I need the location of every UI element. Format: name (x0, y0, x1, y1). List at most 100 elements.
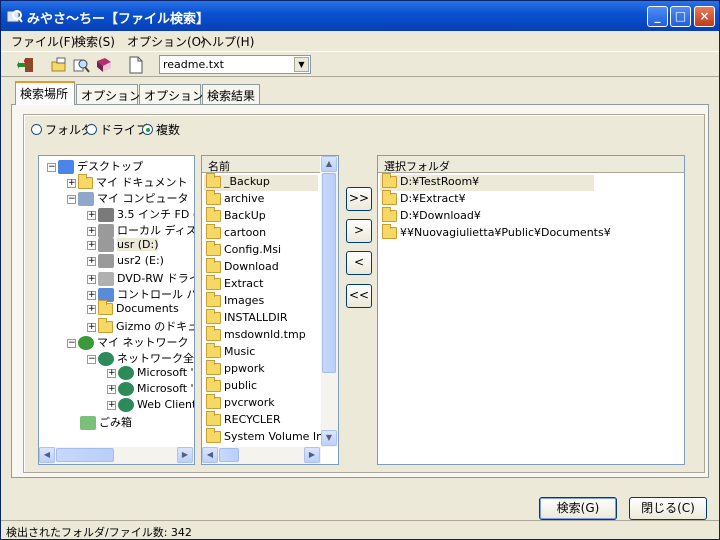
folder-list-item[interactable]: Extract (204, 275, 318, 293)
collapse-icon[interactable]: − (67, 194, 76, 204)
scroll-up-icon[interactable]: ▲ (321, 156, 337, 172)
folder-list-item[interactable]: RECYCLER (204, 411, 318, 429)
list-vscrollbar[interactable]: ▲ ▼ (321, 156, 338, 447)
list-vscroll-thumb[interactable] (322, 173, 336, 373)
new-document-icon[interactable] (127, 56, 145, 74)
expand-icon[interactable]: + (87, 240, 96, 250)
scroll-left-icon[interactable]: ◀ (39, 447, 55, 463)
folder-open-icon[interactable] (50, 56, 68, 74)
add-button[interactable]: > (346, 219, 372, 243)
radio-multiple-circle[interactable] (142, 124, 153, 135)
exit-icon[interactable] (17, 56, 35, 74)
tab-search-results[interactable]: 検索結果 (202, 84, 260, 104)
tree-hscrollbar[interactable]: ◀ ▶ (39, 447, 194, 464)
remove-all-button[interactable]: << (346, 284, 372, 308)
menu-options[interactable]: オプション(O) (127, 33, 206, 50)
expand-icon[interactable]: + (107, 400, 116, 410)
tree-node[interactable]: + Web Client (107, 398, 194, 414)
tree-node[interactable]: +3.5 インチ FD ( (87, 206, 194, 222)
folder-list-item[interactable]: msdownld.tmp (204, 326, 318, 344)
folder-list-item[interactable]: public (204, 377, 318, 395)
tab-search-location[interactable]: 検索場所 (15, 81, 75, 105)
close-button[interactable]: 閉じる(C) (629, 497, 707, 520)
expand-icon[interactable]: + (87, 256, 96, 266)
collapse-icon[interactable]: − (87, 354, 96, 364)
scroll-left-icon[interactable]: ◀ (202, 447, 218, 463)
tree-node[interactable]: + Gizmo のドキュ (87, 318, 194, 334)
radio-folder[interactable]: フォルダ (31, 121, 93, 138)
selected-folders-list[interactable]: 選択フォルダ D:¥TestRoom¥ D:¥Extract¥ D:¥Downloa… (377, 155, 685, 465)
search-icon[interactable] (72, 56, 90, 74)
tree-node[interactable]: − デスクトップ (47, 158, 143, 174)
maximize-button[interactable]: □ (670, 6, 691, 27)
filename-combo[interactable]: readme.txt ▼ (159, 55, 311, 74)
selected-folder-item[interactable]: D:¥TestRoom¥ (380, 173, 594, 191)
tree-node[interactable]: ごみ箱 (67, 414, 132, 430)
folder-list-item[interactable]: cartoon (204, 224, 318, 242)
folder-list-item[interactable]: _Backup (204, 173, 318, 191)
menu-search[interactable]: 検索(S) (74, 33, 115, 50)
title-bar[interactable]: みやさ〜ちー【ファイル検索】 _ □ × (1, 1, 719, 31)
add-all-button[interactable]: >> (346, 187, 372, 211)
collapse-icon[interactable]: − (67, 338, 76, 348)
expand-icon[interactable]: + (87, 274, 96, 284)
radio-multiple[interactable]: 複数 (142, 121, 180, 138)
tree-node[interactable]: − マイ コンピュータ (67, 190, 189, 206)
folder-list-item[interactable]: Music (204, 343, 318, 361)
expand-icon[interactable]: + (87, 322, 96, 332)
tree-node[interactable]: + Microsoft ' (107, 382, 194, 398)
folder-list-item[interactable]: BackUp (204, 207, 318, 225)
scroll-down-icon[interactable]: ▼ (321, 430, 337, 446)
expand-icon[interactable]: + (107, 368, 116, 378)
tree-node[interactable]: + Microsoft ' (107, 366, 194, 382)
tree-node[interactable]: + ローカル ディスク (87, 222, 194, 238)
tree-node[interactable]: + Documents (87, 300, 179, 318)
folder-tree[interactable]: − デスクトップ + マイ ドキュメント − マイ コンピュータ +3.5 インチ FD (… (38, 155, 195, 465)
remove-button[interactable]: < (346, 251, 372, 275)
folder-list-item[interactable]: ppwork (204, 360, 318, 378)
selected-folder-item[interactable]: D:¥Extract¥ (380, 190, 594, 208)
expand-icon[interactable]: + (107, 384, 116, 394)
selected-folders-header[interactable]: 選択フォルダ (378, 156, 594, 173)
tree-node[interactable]: + usr (D:) (87, 238, 159, 254)
folder-list-item[interactable]: Config.Msi (204, 241, 318, 259)
selected-folder-item[interactable]: ¥¥Nuovagiulietta¥Public¥Documents¥ (380, 224, 680, 242)
folder-list-item[interactable]: Images (204, 292, 318, 310)
folder-list-item[interactable]: INSTALLDIR (204, 309, 318, 327)
menu-file[interactable]: ファイル(F) (11, 33, 75, 50)
tree-node[interactable]: + マイ ドキュメント (67, 174, 188, 190)
folder-list-item[interactable]: Download (204, 258, 318, 276)
expand-icon[interactable]: + (87, 304, 96, 314)
tab-option2[interactable]: オプション2 (139, 84, 212, 104)
expand-icon[interactable]: + (67, 178, 76, 188)
filename-combo-value[interactable]: readme.txt (163, 58, 224, 71)
scroll-right-icon[interactable]: ▶ (177, 447, 193, 463)
tree-node[interactable]: − ネットワーク全体 (87, 350, 194, 366)
list-hscrollbar[interactable]: ◀ ▶ (202, 447, 321, 464)
scroll-right-icon[interactable]: ▶ (304, 447, 320, 463)
tree-node[interactable]: − マイ ネットワーク (67, 334, 189, 350)
close-window-button[interactable]: × (694, 6, 715, 27)
radio-drive-circle[interactable] (86, 124, 97, 135)
chevron-down-icon[interactable]: ▼ (294, 57, 309, 72)
collapse-icon[interactable]: − (47, 162, 56, 172)
tree-hscroll-thumb[interactable] (56, 448, 114, 462)
folder-list-item[interactable]: System Volume Inf (204, 428, 327, 446)
tree-node[interactable]: + usr2 (E:) (87, 254, 164, 270)
folder-list-item[interactable]: archive (204, 190, 318, 208)
selected-folder-item[interactable]: D:¥Download¥ (380, 207, 594, 225)
search-button[interactable]: 検索(G) (539, 497, 617, 520)
menu-help[interactable]: ヘルプ(H) (200, 33, 254, 50)
folder-list[interactable]: 名前 _Backup archive BackUp cartoon Config.Msi… (201, 155, 339, 465)
radio-folder-circle[interactable] (31, 124, 42, 135)
list-hscroll-thumb[interactable] (219, 448, 239, 462)
expand-icon[interactable]: + (87, 290, 96, 300)
radio-drive[interactable]: ドライブ (86, 121, 148, 138)
minimize-button[interactable]: _ (647, 6, 668, 27)
book-icon[interactable] (95, 56, 113, 74)
expand-icon[interactable]: + (87, 226, 96, 236)
tree-node[interactable]: + DVD-RW ドライ (87, 270, 194, 286)
folder-list-header[interactable]: 名前 (202, 156, 320, 173)
folder-list-item[interactable]: pvcrwork (204, 394, 318, 412)
tab-option1[interactable]: オプション1 (76, 84, 149, 104)
